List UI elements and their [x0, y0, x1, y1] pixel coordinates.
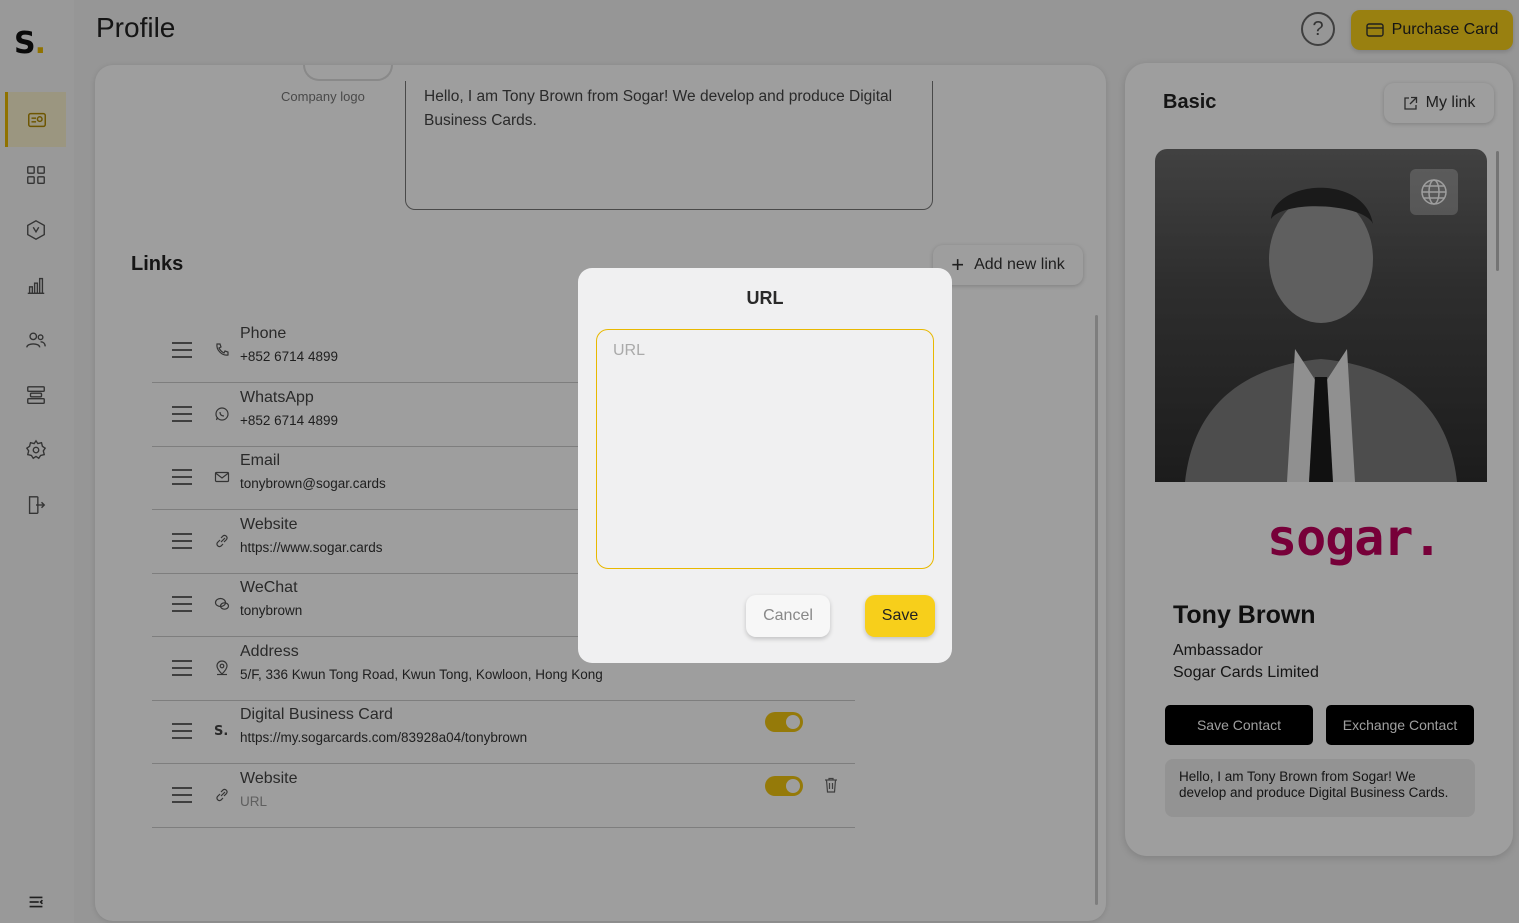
url-dialog: URL Cancel Save [578, 268, 952, 663]
dialog-title: URL [746, 288, 784, 308]
save-button[interactable]: Save [865, 595, 935, 637]
url-input[interactable] [596, 329, 934, 569]
cancel-button[interactable]: Cancel [746, 595, 830, 637]
